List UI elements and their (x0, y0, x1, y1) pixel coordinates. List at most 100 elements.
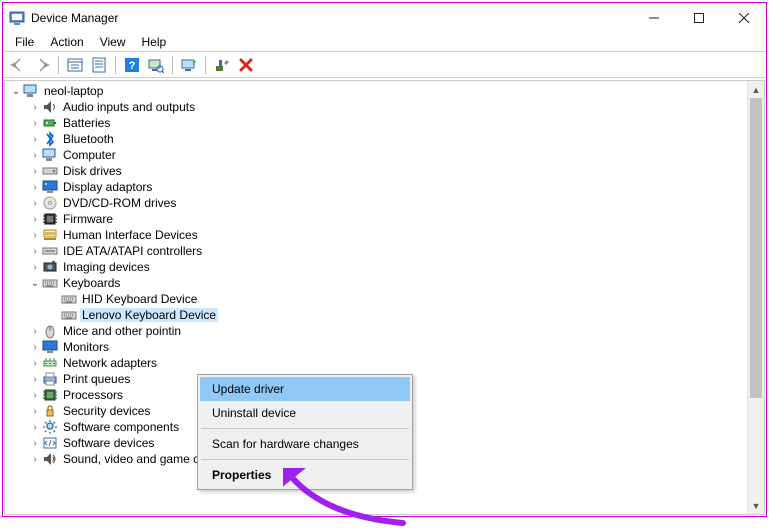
device-manager-window: Device Manager File Action View Help (2, 2, 767, 517)
tree-item[interactable]: ›Firmware (5, 211, 764, 227)
chevron-right-icon[interactable]: › (28, 342, 42, 353)
tree-item-label: Lenovo Keyboard Device (80, 308, 218, 322)
update-driver-toolbar-button[interactable] (178, 54, 200, 76)
vertical-scrollbar[interactable]: ▲ ▼ (747, 81, 764, 514)
ctx-update-driver[interactable]: Update driver (200, 377, 410, 401)
uninstall-toolbar-button[interactable] (211, 54, 233, 76)
properties-toolbar-button[interactable] (88, 54, 110, 76)
chevron-right-icon[interactable]: › (28, 454, 42, 465)
toolbar-sep (115, 56, 116, 74)
mouse-icon (42, 323, 58, 339)
tree-item[interactable]: ›Display adaptors (5, 179, 764, 195)
firmware-icon (42, 211, 58, 227)
chevron-right-icon[interactable]: › (28, 406, 42, 417)
keyboard-icon (61, 291, 77, 307)
tree-item-label: neol-laptop (42, 84, 105, 98)
window-controls (631, 3, 766, 32)
show-hide-console-button[interactable] (64, 54, 86, 76)
tree-item-label: Human Interface Devices (61, 228, 200, 242)
tree-item-label: HID Keyboard Device (80, 292, 199, 306)
ctx-scan-hardware[interactable]: Scan for hardware changes (200, 432, 410, 456)
tree-item-label: Batteries (61, 116, 112, 130)
scroll-down-icon[interactable]: ▼ (748, 497, 764, 514)
toolbar-sep (58, 56, 59, 74)
chevron-right-icon[interactable]: › (28, 422, 42, 433)
swdev-icon (42, 435, 58, 451)
tree-item[interactable]: ›Mice and other pointin (5, 323, 764, 339)
forward-button[interactable] (31, 54, 53, 76)
processor-icon (42, 387, 58, 403)
chevron-right-icon[interactable]: › (28, 438, 42, 449)
dvd-icon (42, 195, 58, 211)
tree-item-label: IDE ATA/ATAPI controllers (61, 244, 204, 258)
chevron-right-icon[interactable]: › (28, 134, 42, 145)
tree-item[interactable]: ›HID Keyboard Device (5, 291, 764, 307)
chevron-right-icon[interactable]: › (28, 150, 42, 161)
menu-action[interactable]: Action (42, 34, 91, 50)
chevron-right-icon[interactable]: › (28, 166, 42, 177)
tree-item-label: Security devices (61, 404, 152, 418)
app-icon (9, 10, 25, 26)
svg-text:?: ? (129, 60, 136, 72)
tree-item[interactable]: › Monitors (5, 339, 764, 355)
tree-item[interactable]: ›Computer (5, 147, 764, 163)
chevron-right-icon[interactable]: › (28, 262, 42, 273)
network-icon (42, 355, 58, 371)
minimize-button[interactable] (631, 3, 676, 32)
menu-help[interactable]: Help (134, 34, 175, 50)
bluetooth-icon (42, 131, 58, 147)
keyboard-icon (61, 307, 77, 323)
tree-item[interactable]: › Human Interface Devices (5, 227, 764, 243)
tree-item-label: Audio inputs and outputs (61, 100, 197, 114)
chevron-right-icon[interactable]: › (28, 198, 42, 209)
tree-item[interactable]: ›Disk drives (5, 163, 764, 179)
tree-item-label: Software components (61, 420, 181, 434)
toolbar: ? (3, 52, 766, 78)
chevron-right-icon[interactable]: › (28, 214, 42, 225)
maximize-button[interactable] (676, 3, 721, 32)
back-button[interactable] (7, 54, 29, 76)
chevron-right-icon[interactable]: › (28, 102, 42, 113)
tree-item-label: Print queues (61, 372, 132, 386)
display-icon (42, 179, 58, 195)
toolbar-sep (205, 56, 206, 74)
scrollbar-thumb[interactable] (750, 98, 762, 398)
tree-item[interactable]: › Audio inputs and outputs (5, 99, 764, 115)
delete-toolbar-button[interactable] (235, 54, 257, 76)
chevron-right-icon[interactable]: › (28, 230, 42, 241)
chevron-right-icon[interactable]: › (28, 374, 42, 385)
chevron-right-icon[interactable]: › (28, 246, 42, 257)
chevron-right-icon[interactable]: › (28, 118, 42, 129)
chevron-down-icon[interactable]: ⌄ (28, 278, 42, 289)
tree-item-label: Monitors (61, 340, 111, 354)
tree-item[interactable]: › DVD/CD-ROM drives (5, 195, 764, 211)
printer-icon (42, 371, 58, 387)
menu-view[interactable]: View (92, 34, 134, 50)
ctx-uninstall-device[interactable]: Uninstall device (200, 401, 410, 425)
chevron-right-icon[interactable]: › (28, 390, 42, 401)
chevron-right-icon[interactable]: › (28, 326, 42, 337)
tree-item[interactable]: › Batteries (5, 115, 764, 131)
tree-item[interactable]: ›Imaging devices (5, 259, 764, 275)
menu-file[interactable]: File (7, 34, 42, 50)
tree-item[interactable]: › Bluetooth (5, 131, 764, 147)
pc-icon (23, 83, 39, 99)
tree-item[interactable]: › IDE ATA/ATAPI controllers (5, 243, 764, 259)
scroll-up-icon[interactable]: ▲ (748, 81, 764, 98)
tree-item[interactable]: ⌄Keyboards (5, 275, 764, 291)
toolbar-sep (172, 56, 173, 74)
ctx-separator (201, 428, 409, 429)
tree-item[interactable]: ›Lenovo Keyboard Device (5, 307, 764, 323)
tree-item[interactable]: ›Network adapters (5, 355, 764, 371)
tree-item-label: Bluetooth (61, 132, 116, 146)
chevron-right-icon[interactable]: › (28, 358, 42, 369)
tree-item-label: DVD/CD-ROM drives (61, 196, 178, 210)
scan-hardware-toolbar-button[interactable] (145, 54, 167, 76)
close-button[interactable] (721, 3, 766, 32)
ctx-properties[interactable]: Properties (200, 463, 410, 487)
window-title: Device Manager (31, 11, 631, 25)
chevron-right-icon[interactable]: › (28, 182, 42, 193)
tree-root[interactable]: ⌄ neol-laptop (5, 83, 764, 99)
help-toolbar-button[interactable]: ? (121, 54, 143, 76)
chevron-down-icon[interactable]: ⌄ (9, 86, 23, 97)
